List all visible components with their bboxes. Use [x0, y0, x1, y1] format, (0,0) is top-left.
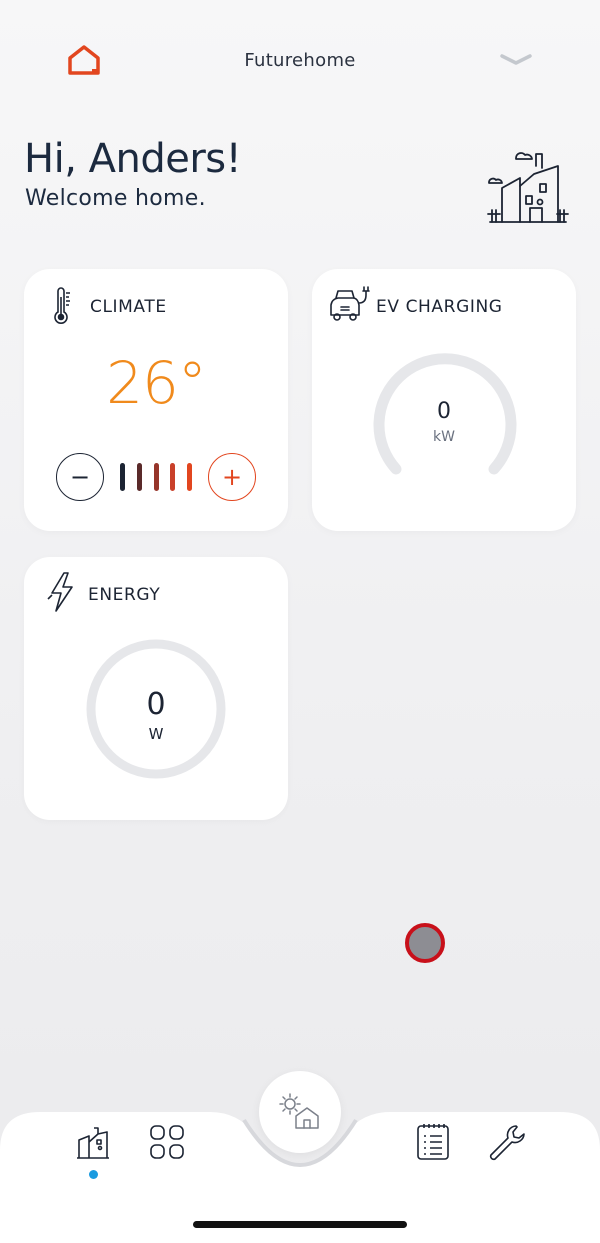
- energy-unit: W: [148, 725, 164, 743]
- ev-car-plug-icon: [328, 285, 372, 329]
- decrease-temperature-button[interactable]: −: [56, 453, 104, 501]
- log-list-icon: [417, 1124, 449, 1160]
- climate-title: CLIMATE: [90, 297, 167, 317]
- increase-temperature-button[interactable]: +: [208, 453, 256, 501]
- level-bar: [120, 463, 125, 491]
- temperature-value: 26°: [106, 349, 207, 417]
- energy-card[interactable]: ENERGY 0 W: [24, 557, 288, 820]
- greeting-subtitle: Welcome home.: [25, 186, 206, 211]
- level-bar: [170, 463, 176, 491]
- ev-charging-title: EV CHARGING: [376, 297, 503, 317]
- touch-indicator: [405, 923, 445, 963]
- nav-home-button[interactable]: [76, 1124, 110, 1160]
- climate-card[interactable]: CLIMATE 26° − +: [24, 269, 288, 531]
- chevron-down-icon[interactable]: [498, 50, 534, 68]
- active-nav-indicator: [89, 1170, 98, 1179]
- lightning-icon: [46, 571, 76, 617]
- greeting-title: Hi, Anders!: [24, 136, 242, 182]
- ev-charging-card[interactable]: EV CHARGING 0 kW: [312, 269, 576, 531]
- thermometer-icon: [52, 287, 72, 329]
- house-illustration-icon: [486, 144, 570, 226]
- nav-settings-button[interactable]: [488, 1124, 528, 1162]
- top-bar: Futurehome: [0, 0, 600, 110]
- nav-rooms-button[interactable]: [150, 1125, 184, 1159]
- level-bar: [136, 463, 142, 491]
- home-indicator[interactable]: [193, 1221, 407, 1228]
- level-bar: [153, 463, 159, 491]
- energy-value: 0: [146, 687, 166, 722]
- energy-title: ENERGY: [88, 585, 161, 605]
- rooms-grid-icon: [150, 1125, 184, 1159]
- sun-house-icon: [279, 1093, 319, 1129]
- temperature-level-bars: [120, 463, 192, 491]
- wrench-icon: [489, 1125, 525, 1161]
- level-bar: [187, 463, 192, 491]
- nav-log-button[interactable]: [416, 1123, 450, 1161]
- plus-label: +: [221, 463, 243, 491]
- house-icon: [77, 1127, 109, 1159]
- ev-charging-value: 0: [437, 399, 451, 424]
- minus-label: −: [69, 463, 91, 491]
- center-mode-button[interactable]: [259, 1071, 341, 1153]
- ev-charging-unit: kW: [433, 429, 455, 445]
